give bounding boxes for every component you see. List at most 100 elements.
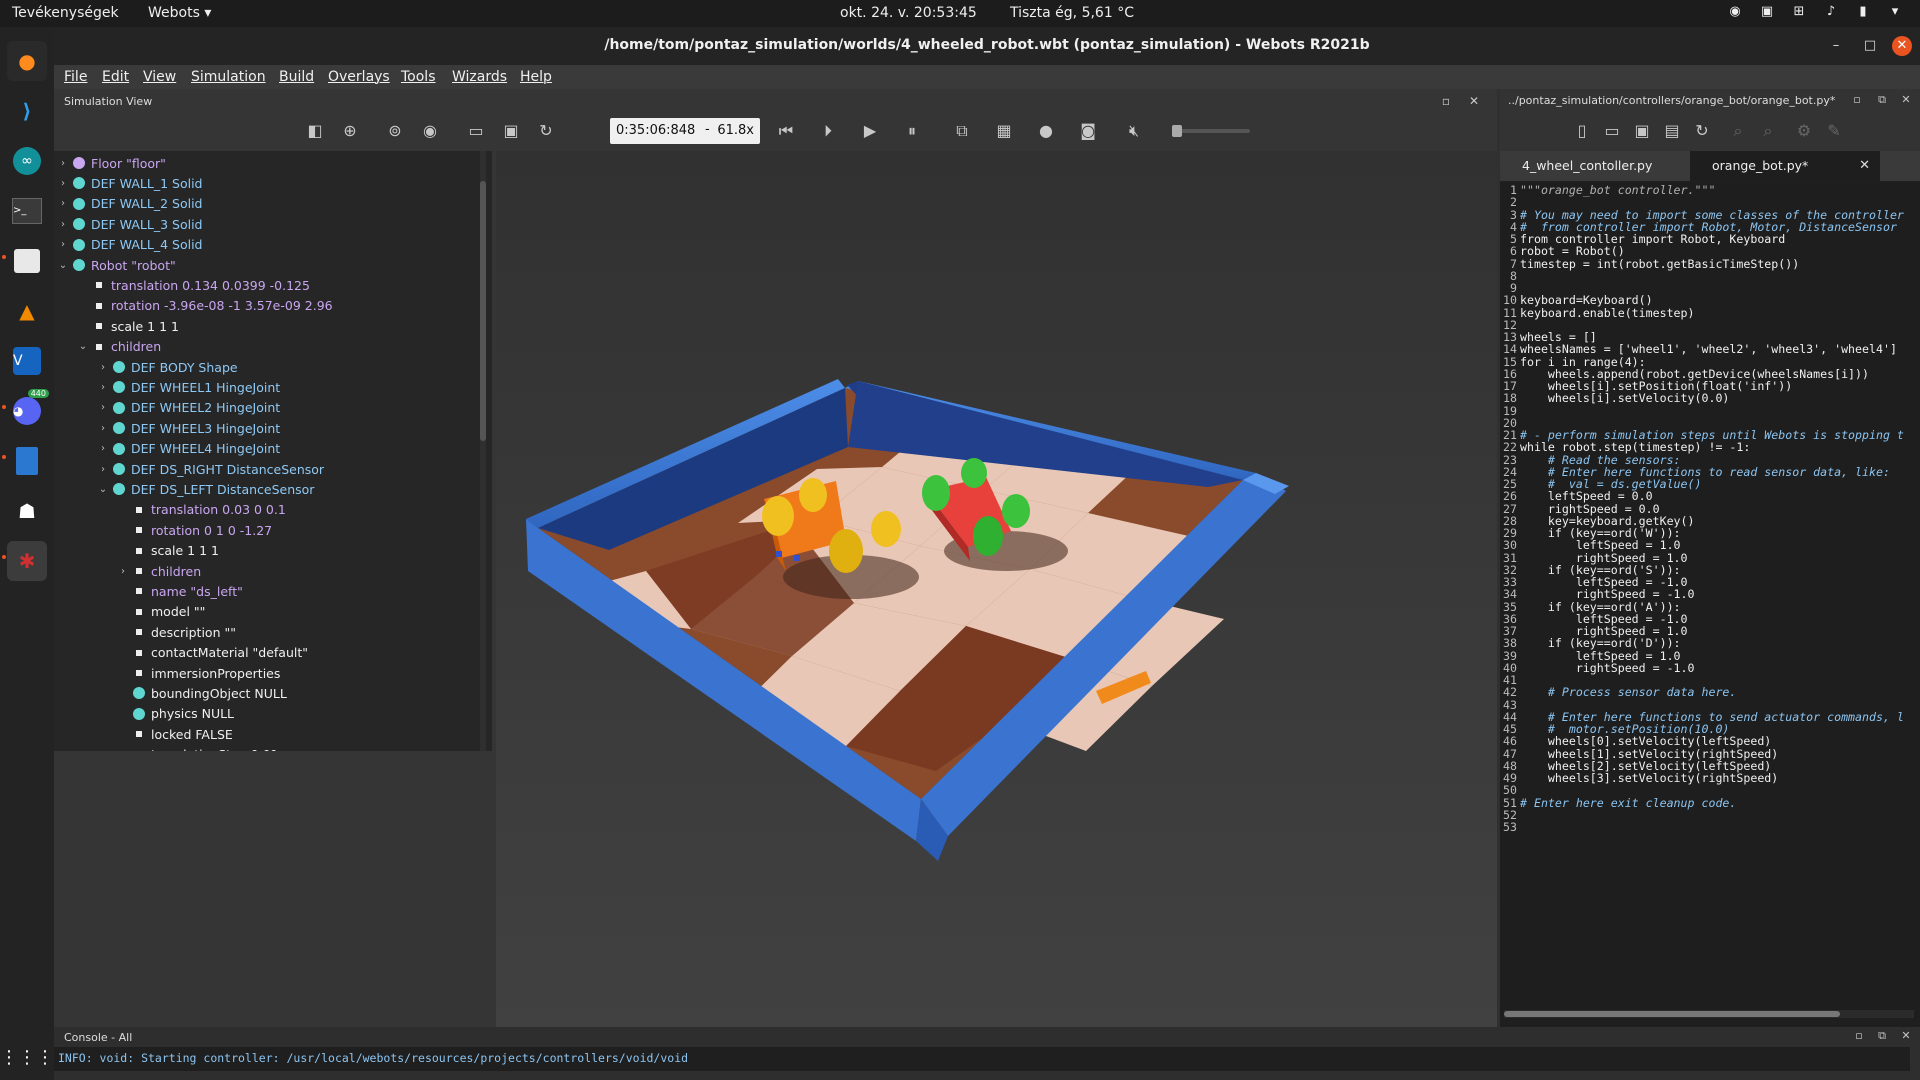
scene-tree-node[interactable]: ⌄ children bbox=[76, 337, 161, 357]
scene-tree-node[interactable]: boundingObject NULL bbox=[116, 683, 287, 703]
minimize-button[interactable]: – bbox=[1826, 36, 1846, 56]
scene-tree-scrollbar[interactable] bbox=[480, 151, 486, 751]
scene-tree-node[interactable]: ⌄ DEF DS_LEFT DistanceSensor bbox=[96, 479, 315, 499]
code-area[interactable]: 1 """orange_bot controller.""" 2 3 # You may… bbox=[1500, 183, 1920, 1018]
expand-arrow-icon[interactable]: › bbox=[116, 566, 130, 577]
console-minimize-icon[interactable]: ▫ bbox=[1847, 1024, 1871, 1048]
discord-tray-icon[interactable]: ◉ bbox=[1726, 4, 1744, 22]
build-icon[interactable]: ⚙ bbox=[1792, 119, 1816, 143]
scene-tree-node[interactable]: name "ds_left" bbox=[116, 581, 243, 601]
app-grid-icon[interactable]: ⋮⋮⋮ bbox=[0, 1037, 54, 1077]
reload-world-icon[interactable]: ↻ bbox=[534, 119, 558, 143]
discord-icon[interactable]: ◕ 440 bbox=[7, 389, 49, 431]
revert-icon[interactable]: ↻ bbox=[1690, 119, 1714, 143]
new-file-icon[interactable]: ▯ bbox=[1570, 119, 1594, 143]
console-close-icon[interactable]: ✕ bbox=[1894, 1024, 1918, 1048]
webots-icon[interactable]: ✱ bbox=[7, 541, 47, 581]
save-world-icon[interactable]: ▣ bbox=[499, 119, 523, 143]
scene-tree-node[interactable]: model "" bbox=[116, 602, 205, 622]
3d-view[interactable] bbox=[496, 151, 1497, 1027]
vlc-icon[interactable]: ▲ bbox=[7, 291, 47, 331]
collapse-arrow-icon[interactable]: ⌄ bbox=[56, 260, 70, 271]
tab-4-wheel-contoller[interactable]: 4_wheel_contoller.py ✕ bbox=[1500, 151, 1712, 181]
expand-arrow-icon[interactable]: › bbox=[96, 464, 110, 475]
mute-icon[interactable]: 🔇︎ bbox=[1122, 119, 1146, 143]
menu-tools[interactable]: Tools bbox=[401, 69, 436, 85]
save-as-icon[interactable]: ▤ bbox=[1660, 119, 1684, 143]
toggle-scene-tree-icon[interactable]: ◧ bbox=[303, 119, 327, 143]
menu-simulation[interactable]: Simulation bbox=[191, 69, 266, 85]
clock[interactable]: okt. 24. v. 20:53:45 bbox=[840, 5, 977, 21]
expand-arrow-icon[interactable]: › bbox=[96, 443, 110, 454]
3d-scene[interactable] bbox=[496, 151, 1497, 1027]
expand-arrow-icon[interactable]: › bbox=[96, 382, 110, 393]
scene-tree-node[interactable]: translationStep 0.01 bbox=[116, 745, 278, 751]
close-button[interactable]: ✕ bbox=[1892, 36, 1912, 56]
play-icon[interactable]: ▶ bbox=[858, 119, 882, 143]
activities-button[interactable]: Tevékenységek bbox=[12, 5, 119, 21]
network-icon[interactable]: ⊞ bbox=[1790, 4, 1808, 22]
expand-arrow-icon[interactable]: › bbox=[56, 239, 70, 250]
expand-arrow-icon[interactable]: › bbox=[96, 423, 110, 434]
files-icon[interactable] bbox=[7, 241, 47, 281]
firefox-icon[interactable]: ● bbox=[7, 41, 47, 81]
menu-help[interactable]: Help bbox=[520, 69, 552, 85]
scene-tree-node[interactable]: rotation 0 1 0 -1.27 bbox=[116, 520, 272, 540]
scene-tree-node[interactable]: › DEF WALL_1 Solid bbox=[56, 173, 202, 193]
scene-tree-node[interactable]: physics NULL bbox=[116, 704, 234, 724]
vscode-icon[interactable]: ⟩ bbox=[7, 91, 47, 131]
scene-tree-scrollbar-thumb[interactable] bbox=[480, 181, 486, 441]
view-options-icon[interactable]: ◉ bbox=[418, 119, 442, 143]
add-node-icon[interactable]: ⊕ bbox=[338, 119, 362, 143]
gitkraken-icon[interactable]: ☗ bbox=[7, 491, 47, 531]
power-menu-icon[interactable]: ▾ bbox=[1886, 4, 1904, 22]
screenshot-icon[interactable]: ◙ bbox=[1076, 119, 1100, 143]
pause-icon[interactable]: ⏸ bbox=[900, 119, 924, 143]
code-scrollbar-thumb[interactable] bbox=[1504, 1011, 1840, 1017]
scene-tree-node[interactable]: › DEF DS_RIGHT DistanceSensor bbox=[96, 459, 324, 479]
scene-tree-node[interactable]: › DEF WHEEL3 HingeJoint bbox=[96, 418, 280, 438]
scene-tree-node[interactable]: translation 0.03 0 0.1 bbox=[116, 500, 286, 520]
scene-tree-node[interactable]: scale 1 1 1 bbox=[76, 316, 179, 336]
volume-slider[interactable] bbox=[1172, 125, 1250, 137]
scene-tree-node[interactable]: locked FALSE bbox=[116, 724, 233, 744]
menu-edit[interactable]: Edit bbox=[102, 69, 129, 85]
editor-undock-icon[interactable]: ⧉ bbox=[1870, 88, 1894, 112]
collapse-arrow-icon[interactable]: ⌄ bbox=[76, 341, 90, 352]
menu-view[interactable]: View bbox=[143, 69, 176, 85]
reset-simulation-icon[interactable]: ⏮ bbox=[774, 119, 798, 143]
maximize-button[interactable]: □ bbox=[1860, 36, 1880, 56]
menu-wizards[interactable]: Wizards bbox=[452, 69, 507, 85]
scene-tree-node[interactable]: description "" bbox=[116, 622, 236, 642]
scene-tree-node[interactable]: rotation -3.96e-08 -1 3.57e-09 2.96 bbox=[76, 296, 333, 316]
scene-tree-node[interactable]: › DEF WHEEL2 HingeJoint bbox=[96, 398, 280, 418]
expand-arrow-icon[interactable]: › bbox=[56, 198, 70, 209]
save-file-icon[interactable]: ▣ bbox=[1630, 119, 1654, 143]
console-output[interactable]: INFO: void: Starting controller: /usr/lo… bbox=[54, 1047, 1910, 1071]
scene-tree-node[interactable]: › DEF WALL_4 Solid bbox=[56, 235, 202, 255]
editor-minimize-icon[interactable]: ▫ bbox=[1845, 88, 1869, 112]
editor-close-icon[interactable]: ✕ bbox=[1894, 88, 1918, 112]
scene-tree-node[interactable]: immersionProperties bbox=[116, 663, 280, 683]
battery-icon[interactable]: ▮ bbox=[1854, 4, 1872, 22]
scene-tree-node[interactable]: scale 1 1 1 bbox=[116, 541, 219, 561]
close-tab-icon[interactable]: ✕ bbox=[1859, 151, 1870, 181]
fast-forward-icon[interactable]: ⧉ bbox=[950, 119, 974, 143]
render-toggle-icon[interactable]: ▦ bbox=[992, 119, 1016, 143]
record-icon[interactable]: ● bbox=[1034, 119, 1058, 143]
open-world-icon[interactable]: ▭ bbox=[464, 119, 488, 143]
scene-tree-node[interactable]: › DEF WHEEL4 HingeJoint bbox=[96, 439, 280, 459]
scene-tree-node[interactable]: › DEF WHEEL1 HingeJoint bbox=[96, 377, 280, 397]
replace-icon[interactable]: ⌕ bbox=[1756, 119, 1780, 143]
undock-icon[interactable]: ▫ bbox=[1434, 89, 1458, 113]
virtualbox-tray-icon[interactable]: ▣ bbox=[1758, 4, 1776, 22]
menu-build[interactable]: Build bbox=[279, 69, 314, 85]
expand-arrow-icon[interactable]: › bbox=[56, 178, 70, 189]
menu-file[interactable]: File bbox=[64, 69, 87, 85]
expand-arrow-icon[interactable]: › bbox=[56, 158, 70, 169]
menu-overlays[interactable]: Overlays bbox=[328, 69, 390, 85]
close-panel-icon[interactable]: ✕ bbox=[1462, 89, 1486, 113]
scene-tree-node[interactable]: › DEF BODY Shape bbox=[96, 357, 238, 377]
app-menu[interactable]: Webots ▾ bbox=[148, 5, 211, 21]
terminal-icon[interactable]: >_ bbox=[7, 191, 47, 231]
